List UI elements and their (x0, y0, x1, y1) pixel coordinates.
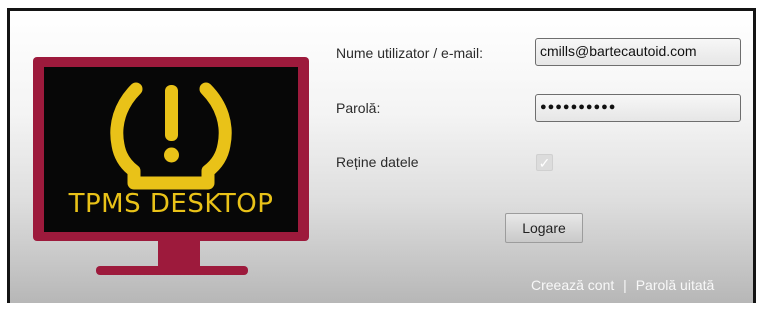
login-button[interactable]: Logare (505, 213, 583, 243)
username-label: Nume utilizator / e-mail: (336, 45, 484, 61)
password-input[interactable]: ●●●●●●●●●● (535, 94, 741, 122)
create-account-link[interactable]: Creează cont (531, 277, 614, 293)
logo-screen: TPMS DESKTOP (44, 67, 298, 232)
logo-text: TPMS DESKTOP (68, 189, 274, 219)
remember-label: Reține datele (336, 154, 419, 170)
monitor-stand-neck (158, 240, 200, 267)
link-separator: | (623, 277, 627, 293)
checkmark-icon: ✓ (538, 155, 551, 171)
tpms-logo: TPMS DESKTOP (33, 57, 309, 241)
footer-links: Creează cont | Parolă uitată (531, 277, 714, 293)
login-window: TPMS DESKTOP Nume utilizator / e-mail: c… (7, 8, 756, 303)
password-label: Parolă: (336, 100, 381, 116)
remember-checkbox[interactable]: ✓ (536, 154, 553, 171)
forgot-password-link[interactable]: Parolă uitată (636, 277, 715, 293)
monitor-stand-base (96, 266, 248, 275)
username-input[interactable]: cmills@bartecautoid.com (535, 38, 741, 66)
